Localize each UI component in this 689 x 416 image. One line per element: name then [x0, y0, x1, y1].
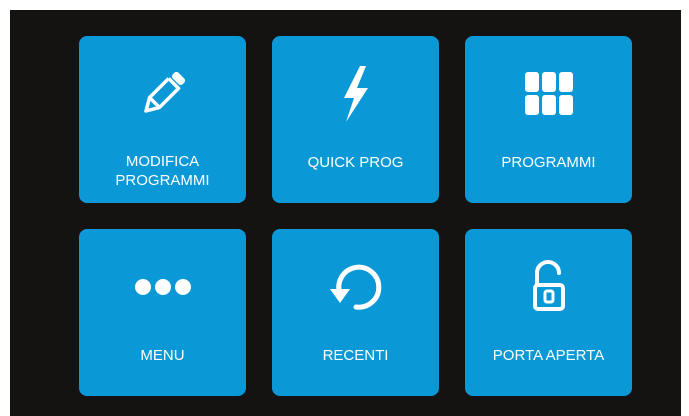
- tile-label: MENU: [140, 347, 185, 364]
- grid-icon: [465, 58, 632, 130]
- quick-prog-button[interactable]: QUICK PROG: [272, 36, 439, 203]
- lightning-bolt-icon: [272, 58, 439, 130]
- recent-button[interactable]: RECENTI: [272, 229, 439, 396]
- tile-label: PROGRAMMI: [501, 154, 596, 171]
- menu-button[interactable]: MENU: [79, 229, 246, 396]
- tile-label: QUICK PROG: [307, 154, 404, 171]
- main-menu-screen: MODIFICA PROGRAMMI QUICK PROG PROGRAMMI …: [10, 10, 681, 416]
- more-dots-icon: [79, 251, 246, 323]
- tile-label: MODIFICA PROGRAMMI: [115, 153, 210, 189]
- tile-label: PORTA APERTA: [492, 347, 605, 364]
- programs-button[interactable]: PROGRAMMI: [465, 36, 632, 203]
- tile-label: RECENTI: [322, 347, 389, 364]
- history-icon: [272, 251, 439, 323]
- unlock-icon: [465, 251, 632, 323]
- pencil-icon: [79, 58, 246, 130]
- door-open-button[interactable]: PORTA APERTA: [465, 229, 632, 396]
- edit-programs-button[interactable]: MODIFICA PROGRAMMI: [79, 36, 246, 203]
